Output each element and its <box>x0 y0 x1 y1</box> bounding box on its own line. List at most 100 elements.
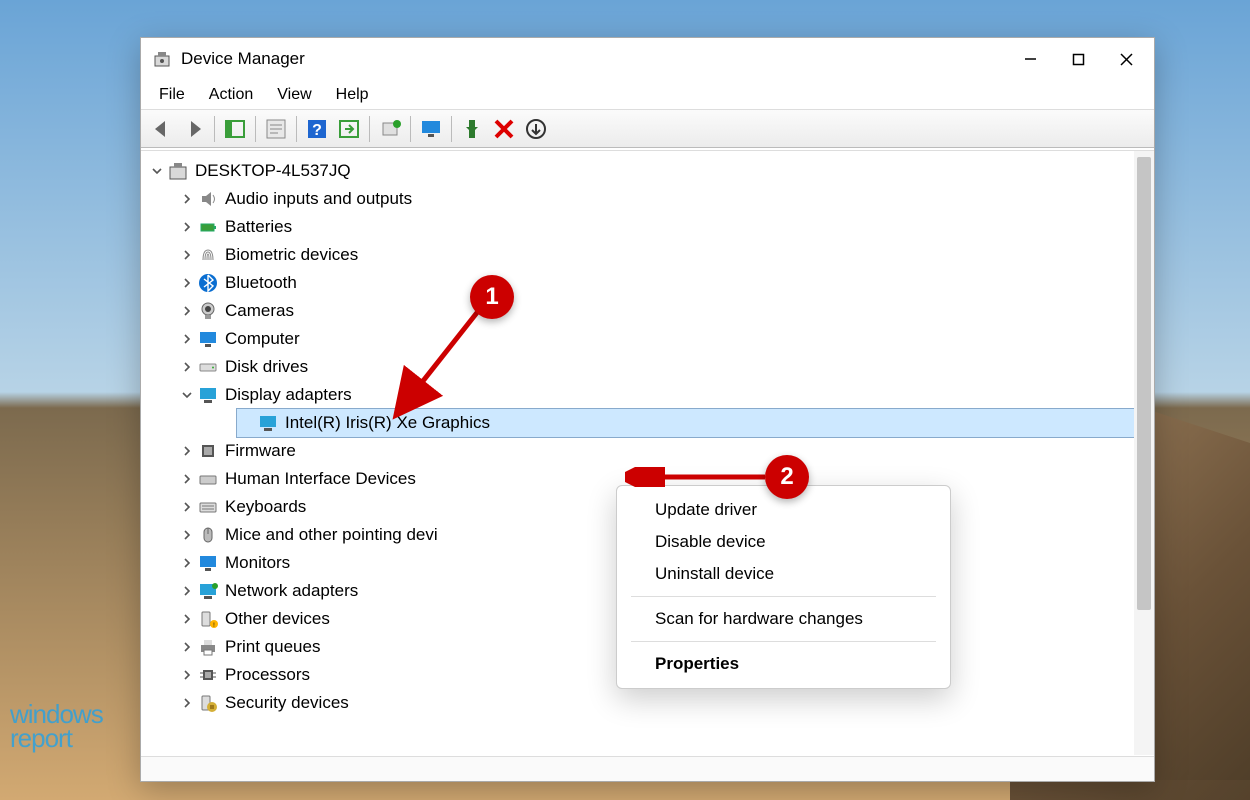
statusbar <box>141 756 1154 781</box>
tree-item-security[interactable]: Security devices <box>177 689 1134 717</box>
label: Processors <box>225 661 310 689</box>
chevron-right-icon[interactable] <box>177 614 197 624</box>
battery-icon <box>197 217 219 237</box>
bluetooth-icon <box>197 273 219 293</box>
scrollbar-thumb[interactable] <box>1137 157 1151 610</box>
label: Disk drives <box>225 353 308 381</box>
chevron-right-icon[interactable] <box>177 446 197 456</box>
chevron-right-icon[interactable] <box>177 698 197 708</box>
tree-item-audio[interactable]: Audio inputs and outputs <box>177 185 1134 213</box>
chevron-right-icon[interactable] <box>177 670 197 680</box>
ctx-properties[interactable]: Properties <box>617 648 950 680</box>
chevron-right-icon[interactable] <box>177 222 197 232</box>
disable-button[interactable] <box>521 114 551 144</box>
menu-help[interactable]: Help <box>326 84 379 106</box>
chevron-right-icon[interactable] <box>177 530 197 540</box>
enable-button[interactable] <box>457 114 487 144</box>
annotation-callout-1: 1 <box>470 275 514 319</box>
chevron-down-icon[interactable] <box>177 390 197 400</box>
device-manager-window: Device Manager File Action View Help <box>140 37 1155 782</box>
titlebar-left: Device Manager <box>153 49 305 69</box>
keyboard-icon <box>197 497 219 517</box>
label: Batteries <box>225 213 292 241</box>
app-icon <box>153 50 171 68</box>
display-adapter-icon <box>257 413 279 433</box>
chevron-right-icon[interactable] <box>177 474 197 484</box>
context-menu: Update driver Disable device Uninstall d… <box>616 485 951 689</box>
printer-icon <box>197 637 219 657</box>
decorative-reflection <box>1010 780 1250 800</box>
forward-button[interactable] <box>179 114 209 144</box>
label: Network adapters <box>225 577 358 605</box>
toolbar-sep <box>451 116 452 142</box>
root-label: DESKTOP-4L537JQ <box>195 157 351 185</box>
update-button[interactable] <box>375 114 405 144</box>
label: Bluetooth <box>225 269 297 297</box>
window-controls <box>1006 38 1150 80</box>
chevron-right-icon[interactable] <box>177 642 197 652</box>
maximize-button[interactable] <box>1054 38 1102 80</box>
camera-icon <box>197 301 219 321</box>
computer-icon <box>167 161 189 181</box>
menu-action[interactable]: Action <box>199 84 263 106</box>
ctx-uninstall-device[interactable]: Uninstall device <box>617 558 950 590</box>
chevron-right-icon[interactable] <box>177 194 197 204</box>
speaker-icon <box>197 189 219 209</box>
chip-icon <box>197 441 219 461</box>
vertical-scrollbar[interactable] <box>1134 151 1154 755</box>
ctx-scan-hardware[interactable]: Scan for hardware changes <box>617 603 950 635</box>
chevron-right-icon[interactable] <box>177 558 197 568</box>
uninstall-button[interactable] <box>489 114 519 144</box>
chevron-right-icon[interactable] <box>177 334 197 344</box>
chevron-right-icon[interactable] <box>177 502 197 512</box>
tree-item-intel-xe[interactable]: Intel(R) Iris(R) Xe Graphics <box>237 409 1134 437</box>
other-icon: ! <box>197 609 219 629</box>
chevron-right-icon[interactable] <box>177 306 197 316</box>
tree-item-cameras[interactable]: Cameras <box>177 297 1134 325</box>
chevron-down-icon[interactable] <box>147 166 167 176</box>
tree-root[interactable]: DESKTOP-4L537JQ <box>147 157 1134 185</box>
display-button[interactable] <box>416 114 446 144</box>
cpu-icon <box>197 665 219 685</box>
help-button[interactable]: ? <box>302 114 332 144</box>
label: Computer <box>225 325 300 353</box>
tree-item-biometric[interactable]: Biometric devices <box>177 241 1134 269</box>
chevron-right-icon[interactable] <box>177 362 197 372</box>
chevron-right-icon[interactable] <box>177 586 197 596</box>
tree-item-firmware[interactable]: Firmware <box>177 437 1134 465</box>
tree-item-display[interactable]: Display adapters <box>177 381 1134 409</box>
menu-file[interactable]: File <box>149 84 195 106</box>
ctx-sep <box>631 641 936 642</box>
minimize-button[interactable] <box>1006 38 1054 80</box>
toolbar-sep <box>255 116 256 142</box>
disk-icon <box>197 357 219 377</box>
hid-icon <box>197 469 219 489</box>
tree-item-computer[interactable]: Computer <box>177 325 1134 353</box>
properties-button[interactable] <box>261 114 291 144</box>
close-button[interactable] <box>1102 38 1150 80</box>
chevron-right-icon[interactable] <box>177 250 197 260</box>
label: Biometric devices <box>225 241 358 269</box>
label: Keyboards <box>225 493 306 521</box>
watermark-line2: report <box>10 727 103 750</box>
tree-item-bluetooth[interactable]: Bluetooth <box>177 269 1134 297</box>
label: Audio inputs and outputs <box>225 185 412 213</box>
menu-view[interactable]: View <box>267 84 321 106</box>
label: Print queues <box>225 633 320 661</box>
menubar: File Action View Help <box>141 80 1154 110</box>
label: Firmware <box>225 437 296 465</box>
back-button[interactable] <box>147 114 177 144</box>
watermark: windows report <box>10 703 103 750</box>
titlebar[interactable]: Device Manager <box>141 38 1154 80</box>
tree-item-disk[interactable]: Disk drives <box>177 353 1134 381</box>
scan-button[interactable] <box>334 114 364 144</box>
show-hide-button[interactable] <box>220 114 250 144</box>
ctx-disable-device[interactable]: Disable device <box>617 526 950 558</box>
label: Display adapters <box>225 381 352 409</box>
security-icon <box>197 693 219 713</box>
chevron-right-icon[interactable] <box>177 278 197 288</box>
monitor-icon <box>197 329 219 349</box>
label: Other devices <box>225 605 330 633</box>
tree-item-batteries[interactable]: Batteries <box>177 213 1134 241</box>
label: Security devices <box>225 689 349 717</box>
